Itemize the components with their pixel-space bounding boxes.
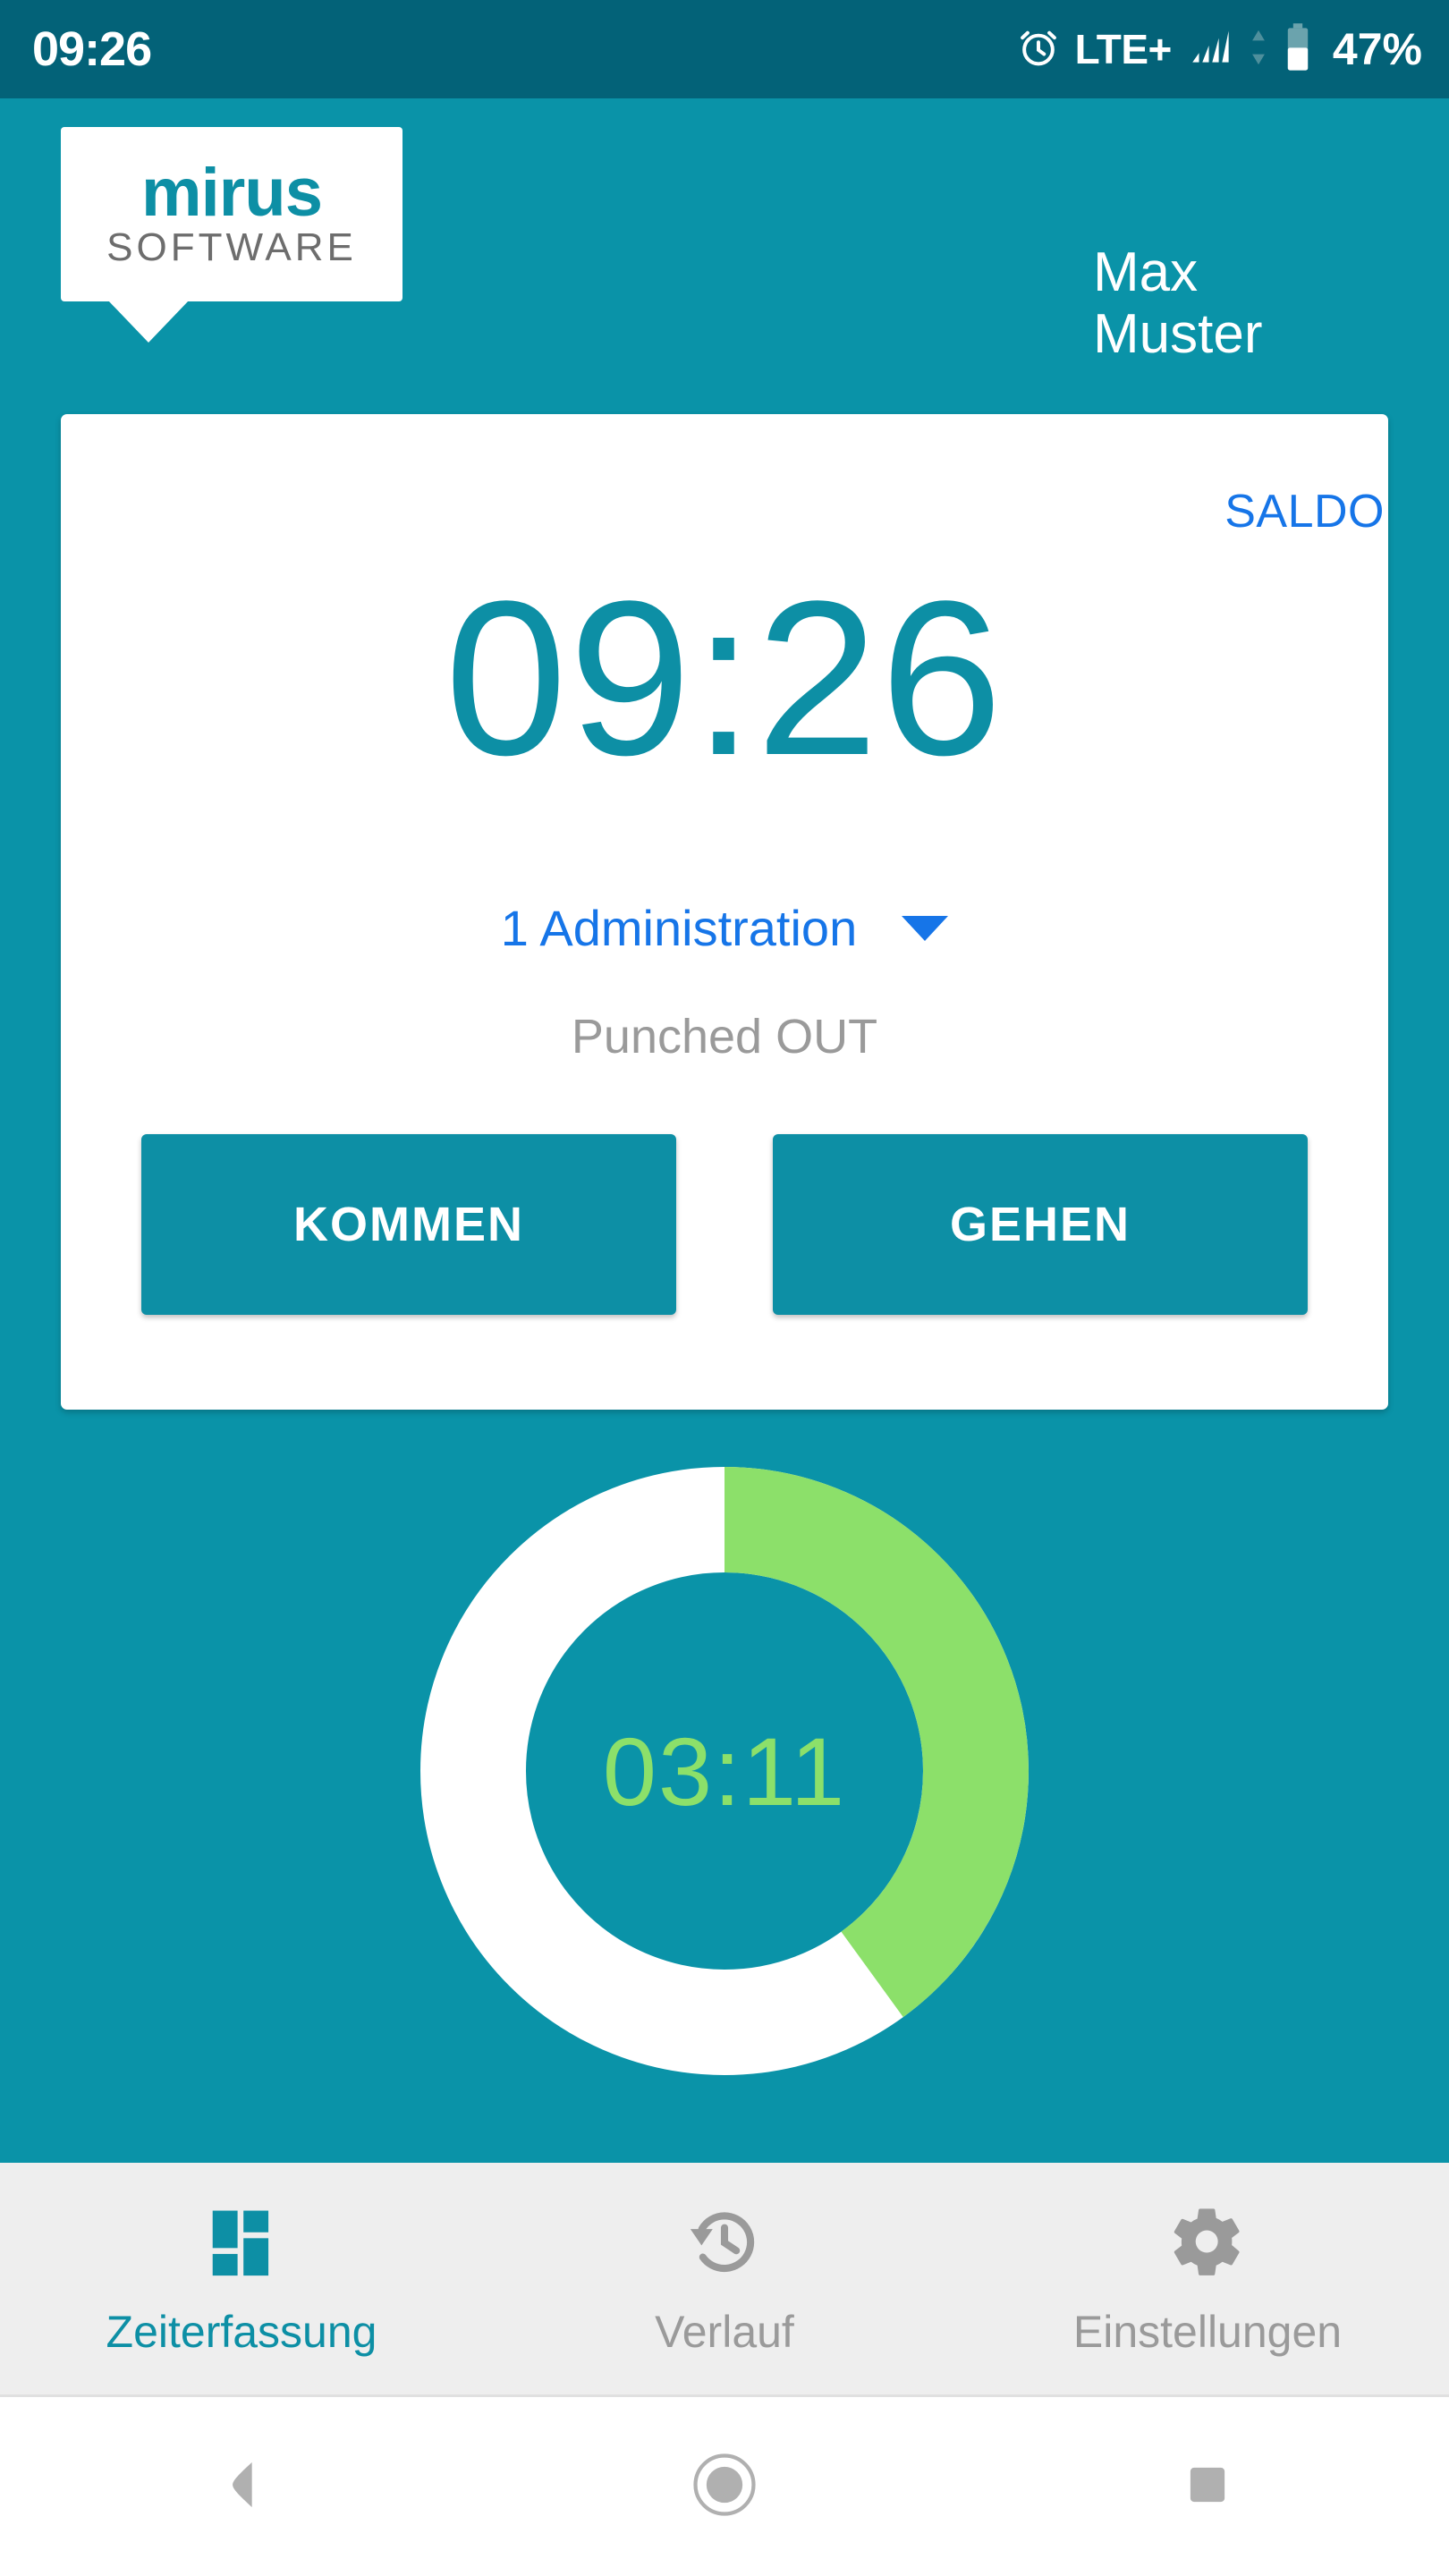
android-back-button[interactable] xyxy=(0,2397,483,2576)
network-type-label: LTE+ xyxy=(1074,26,1173,72)
nav-item-zeiterfassung[interactable]: Zeiterfassung xyxy=(0,2163,483,2394)
current-time-display: 09:26 xyxy=(445,555,1004,801)
home-circle-icon xyxy=(690,2450,759,2524)
dashboard-grid-icon xyxy=(202,2200,281,2283)
nav-item-einstellungen[interactable]: Einstellungen xyxy=(966,2163,1449,2394)
android-home-button[interactable] xyxy=(483,2397,966,2576)
logo-secondary-text: SOFTWARE xyxy=(106,225,357,269)
alarm-clock-icon xyxy=(1016,25,1061,74)
data-transfer-arrows-icon xyxy=(1249,27,1268,72)
progress-donut-container: 03:11 xyxy=(0,1467,1449,2075)
gear-icon xyxy=(1168,2200,1247,2283)
android-system-nav xyxy=(0,2397,1449,2576)
progress-donut: 03:11 xyxy=(420,1467,1029,2075)
phone-screen: 09:26 LTE+ 47% mirus SOFTWARE Max Muster… xyxy=(0,0,1449,2576)
battery-percent-label: 47% xyxy=(1332,24,1422,74)
android-recents-button[interactable] xyxy=(966,2397,1449,2576)
user-name: Max Muster xyxy=(1093,242,1262,366)
department-label: 1 Administration xyxy=(500,900,858,956)
back-triangle-icon xyxy=(210,2453,273,2521)
history-clock-icon xyxy=(685,2200,764,2283)
battery-icon xyxy=(1283,22,1313,77)
saldo-link[interactable]: SALDO xyxy=(1224,485,1385,538)
user-first-name: Max xyxy=(1093,242,1199,303)
signal-bars-icon xyxy=(1186,25,1234,74)
logo-primary-text: mirus xyxy=(141,155,323,232)
chevron-down-icon[interactable] xyxy=(902,915,949,941)
punch-in-button[interactable]: KOMMEN xyxy=(141,1134,676,1315)
nav-label-einstellungen: Einstellungen xyxy=(1072,2306,1343,2357)
nav-label-verlauf: Verlauf xyxy=(655,2306,794,2357)
app-header: mirus SOFTWARE Max Muster xyxy=(0,98,1449,402)
punch-button-row: KOMMEN GEHEN xyxy=(61,1134,1388,1315)
status-bar-icons: LTE+ 47% xyxy=(1016,22,1422,77)
status-bar: 09:26 LTE+ 47% xyxy=(0,0,1449,98)
elapsed-time-label: 03:11 xyxy=(602,1716,847,1826)
bottom-navigation: Zeiterfassung Verlauf Einstellungen xyxy=(0,2163,1449,2397)
user-last-name: Muster xyxy=(1093,303,1263,366)
punch-status-text: Punched OUT xyxy=(571,1010,878,1063)
nav-item-verlauf[interactable]: Verlauf xyxy=(483,2163,966,2394)
app-logo: mirus SOFTWARE xyxy=(61,127,402,343)
nav-label-zeiterfassung: Zeiterfassung xyxy=(106,2306,377,2357)
recents-square-icon xyxy=(1180,2457,1235,2517)
department-selector[interactable]: 1 Administration xyxy=(61,899,1388,957)
status-bar-clock: 09:26 xyxy=(32,22,152,76)
punch-out-button[interactable]: GEHEN xyxy=(773,1134,1308,1315)
